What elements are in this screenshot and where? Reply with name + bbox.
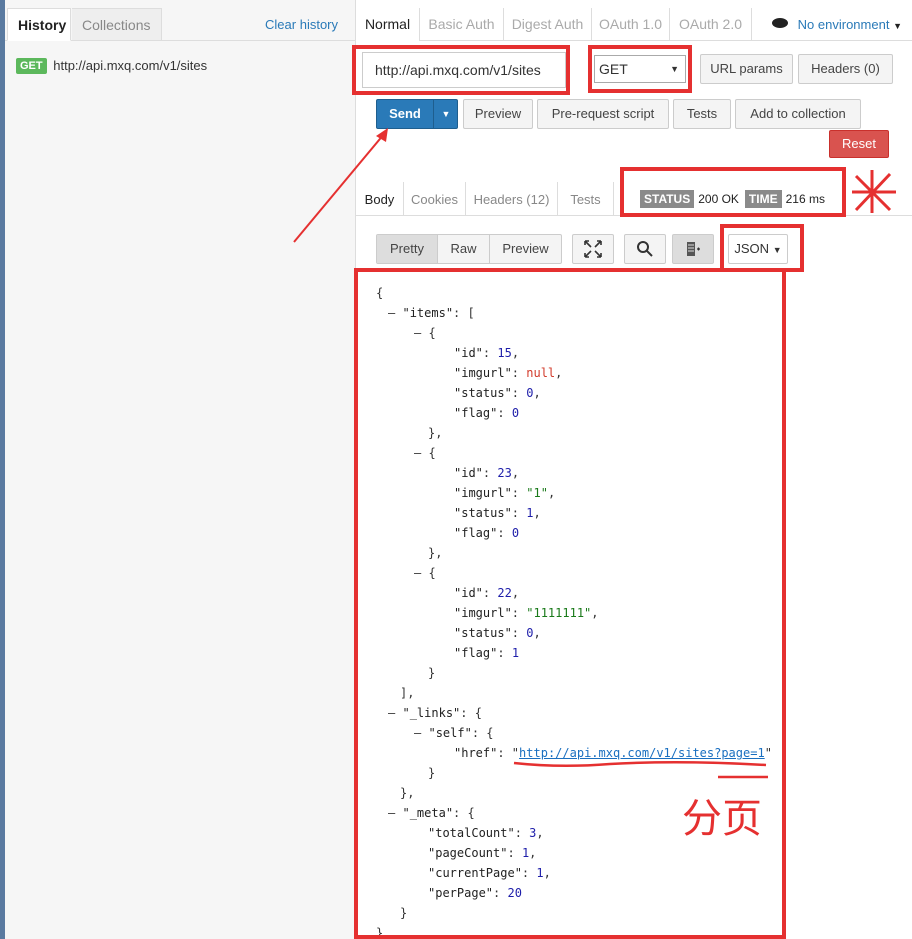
- annotation-overlay: 分页: [293, 128, 896, 842]
- annotation-arrow: [293, 133, 385, 243]
- href-underline: [513, 760, 767, 768]
- asterisk-mark: [852, 170, 896, 213]
- annotation-text: 分页: [682, 796, 762, 842]
